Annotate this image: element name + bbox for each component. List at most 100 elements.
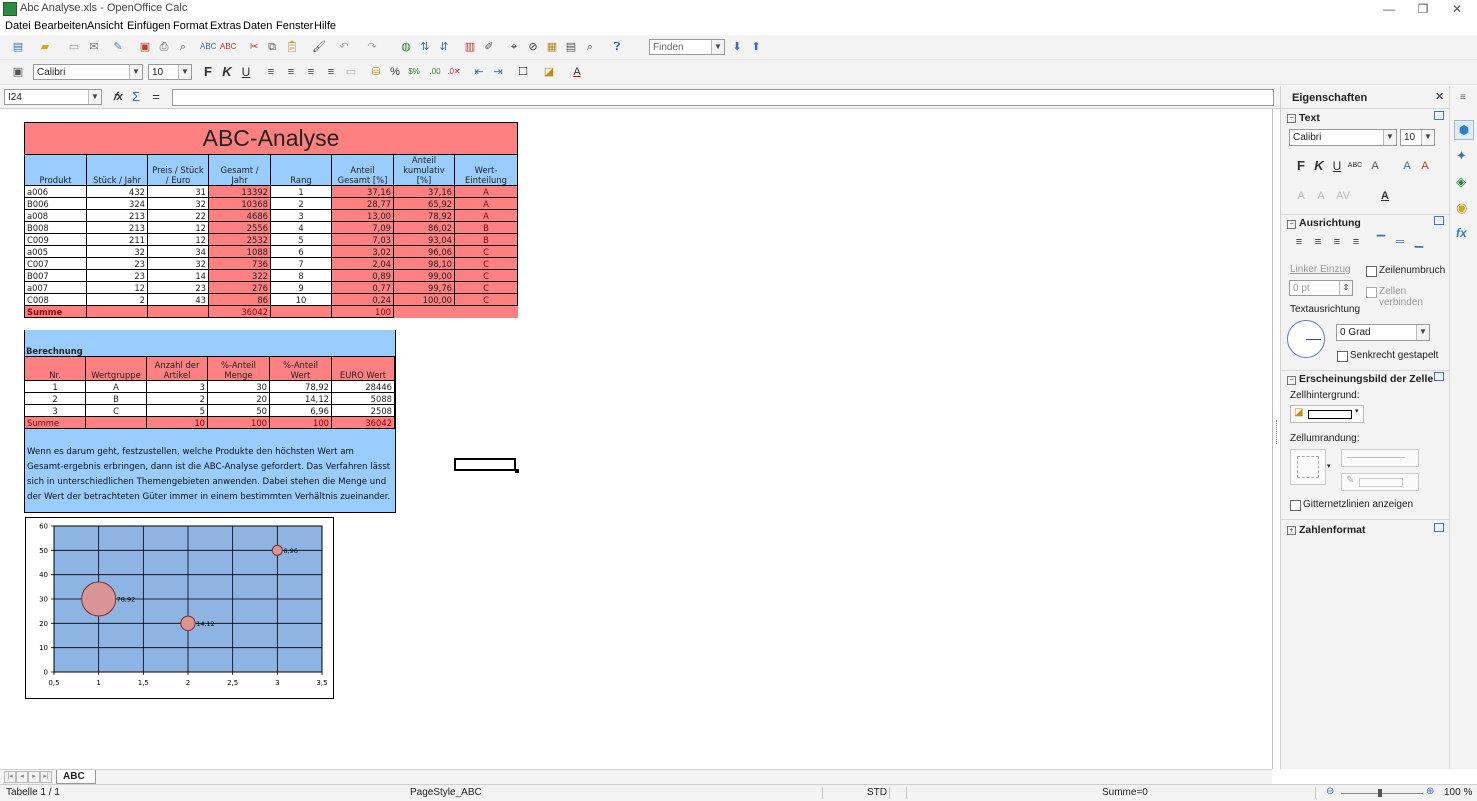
table-cell[interactable]: 9	[270, 281, 332, 294]
header-cell[interactable]: Produkt	[24, 154, 87, 186]
table-cell[interactable]: 23	[86, 257, 148, 270]
formula-input[interactable]	[172, 89, 1274, 106]
collapse-appearance-icon[interactable]: −	[1287, 376, 1296, 385]
table-cell[interactable]: 50	[207, 404, 270, 417]
table-cell[interactable]: 30	[207, 380, 270, 393]
table-cell[interactable]: 13,00	[331, 209, 394, 222]
sidebar-justify-icon[interactable]: ≡	[1348, 234, 1364, 250]
description-text[interactable]: Wenn es darum geht, festzustellen, welch…	[27, 445, 393, 505]
table-cell[interactable]: 7	[270, 257, 332, 270]
chevron-down-icon[interactable]: ▼	[1416, 325, 1429, 340]
underline-button[interactable]: U	[238, 64, 254, 80]
table-cell[interactable]: 20	[207, 392, 270, 405]
table-cell[interactable]: 32	[147, 197, 209, 210]
prev-sheet-icon[interactable]: ◂	[16, 771, 28, 783]
table-cell[interactable]: 2	[270, 197, 332, 210]
header-cell[interactable]: %-Anteil Wert	[269, 356, 332, 381]
table-cell[interactable]: 213	[86, 209, 148, 222]
percent-format-icon[interactable]: %	[387, 64, 403, 80]
sort-descending-icon[interactable]: ⇵	[436, 39, 452, 55]
copy-icon[interactable]: ⧉	[264, 39, 280, 55]
table-cell[interactable]: 3	[270, 209, 332, 222]
table-cell[interactable]: B007	[24, 269, 87, 282]
menu-format[interactable]: Format	[173, 20, 208, 32]
superscript-icon[interactable]: A	[1293, 188, 1309, 204]
table-cell[interactable]: 2,04	[331, 257, 394, 270]
table-cell[interactable]: 5088	[331, 392, 395, 405]
show-draw-icon[interactable]: ✐	[481, 39, 497, 55]
header-cell[interactable]: Stück / Jahr	[86, 154, 148, 186]
table-cell[interactable]: 1	[24, 380, 86, 393]
table-cell[interactable]: a006	[24, 185, 87, 198]
table-cell[interactable]: C009	[24, 233, 87, 246]
table-cell[interactable]: A	[85, 380, 147, 393]
italic-button[interactable]: K	[219, 64, 235, 80]
table-cell[interactable]: 86	[208, 293, 271, 306]
strikethrough-icon[interactable]: ABC	[1347, 158, 1363, 174]
sidebar-align-center-icon[interactable]: ≡	[1310, 234, 1326, 250]
increase-indent-icon[interactable]: ⇥	[490, 64, 506, 80]
orientation-dial[interactable]	[1287, 320, 1325, 358]
grow-font-icon[interactable]: A	[1399, 158, 1415, 174]
table-cell[interactable]: 0,24	[331, 293, 394, 306]
header-cell[interactable]: Anteil Gesamt [%]	[331, 154, 394, 186]
zoom-icon[interactable]: ⌕	[582, 39, 598, 55]
line-style-picker[interactable]	[1341, 449, 1419, 467]
styles-icon[interactable]: ▣	[10, 64, 26, 80]
autospell-icon[interactable]: ABC	[220, 39, 236, 55]
chevron-down-icon[interactable]: ▼	[1383, 130, 1396, 145]
bold-button[interactable]: F	[200, 64, 216, 80]
chevron-down-icon[interactable]: ▾	[1327, 462, 1331, 470]
background-color-icon[interactable]: ◪	[541, 64, 557, 80]
justify-icon[interactable]: ≡	[323, 64, 339, 80]
zoom-level[interactable]: 100 %	[1444, 787, 1472, 798]
table-cell[interactable]: 14,12	[269, 392, 332, 405]
functions-tab-icon[interactable]: fx	[1456, 226, 1467, 240]
find-replace-icon[interactable]: ⌖	[506, 39, 522, 55]
menu-einfuegen[interactable]: Einfügen	[127, 20, 170, 32]
table-cell[interactable]: 6,96	[269, 404, 332, 417]
name-box[interactable]: I24 ▼	[4, 89, 102, 105]
table-cell[interactable]: 0,77	[331, 281, 394, 294]
font-color-icon[interactable]: A	[569, 64, 585, 80]
close-button[interactable]: ✕	[1440, 0, 1474, 18]
table-cell[interactable]: C	[453, 245, 519, 258]
styles-tab-icon[interactable]: ✦	[1456, 148, 1467, 164]
table-cell[interactable]: 36042	[208, 305, 271, 318]
border-style-picker[interactable]	[1290, 449, 1326, 485]
table-cell[interactable]: 4	[270, 221, 332, 234]
header-cell[interactable]: EURO Wert	[331, 356, 395, 381]
sidebar-font-color-icon[interactable]: A	[1377, 188, 1393, 204]
more-options-icon[interactable]	[1434, 111, 1444, 120]
equals-icon[interactable]: =	[148, 89, 164, 105]
spellcheck-icon[interactable]: ABC	[200, 39, 216, 55]
font-size-combo[interactable]: 10 ▼	[148, 64, 192, 80]
more-options-icon[interactable]	[1434, 523, 1444, 532]
table-cell[interactable]: 100	[331, 305, 394, 318]
collapse-align-icon[interactable]: −	[1287, 220, 1296, 229]
align-right-icon[interactable]: ≡	[303, 64, 319, 80]
sidebar-menu-icon[interactable]: ≡	[1460, 92, 1466, 103]
paste-icon[interactable]: 📋︎	[284, 39, 300, 55]
decrease-indent-icon[interactable]: ⇤	[471, 64, 487, 80]
table-cell[interactable]: 34	[147, 245, 209, 258]
merge-cells-icon[interactable]: ▭	[343, 64, 359, 80]
cut-icon[interactable]: ✂	[246, 39, 262, 55]
table-cell[interactable]: 98,10	[393, 257, 455, 270]
page-style[interactable]: PageStyle_ABC	[410, 787, 482, 798]
table-cell[interactable]	[86, 305, 148, 318]
close-icon[interactable]: ✕	[1435, 90, 1444, 103]
find-input[interactable]: Finden ▼	[649, 39, 725, 55]
sidebar-align-right-icon[interactable]: ≡	[1329, 234, 1345, 250]
sidebar-italic-button[interactable]: K	[1311, 158, 1327, 174]
save-icon[interactable]: ▭	[66, 39, 82, 55]
table-cell[interactable]: A	[453, 209, 519, 222]
email-icon[interactable]: ✉	[86, 39, 102, 55]
navigator-icon[interactable]: ⊘	[525, 39, 541, 55]
sheet-title[interactable]: ABC-Analyse	[23, 122, 519, 155]
sidebar-splitter[interactable]	[1276, 420, 1280, 444]
table-cell[interactable]: C	[453, 281, 519, 294]
header-cell[interactable]: Nr.	[24, 356, 86, 381]
table-cell[interactable]: C	[85, 404, 147, 417]
chevron-down-icon[interactable]: ▼	[178, 65, 191, 79]
